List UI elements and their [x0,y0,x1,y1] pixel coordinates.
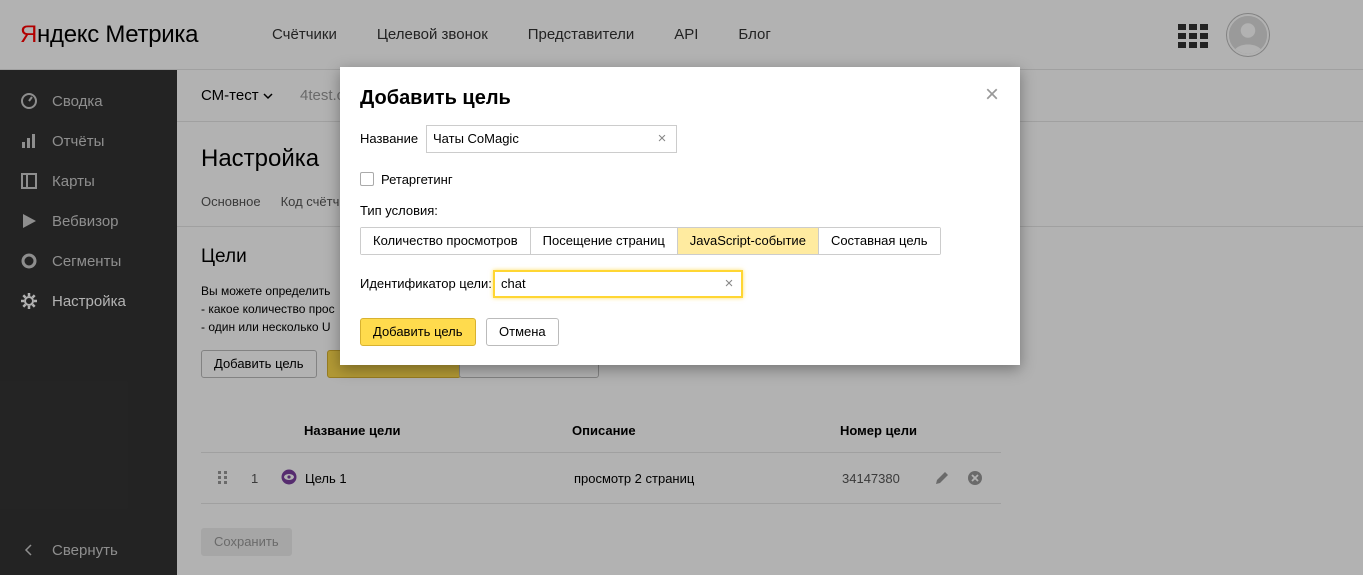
condition-page-visit[interactable]: Посещение страниц [530,228,678,254]
clear-name-icon[interactable]: × [655,131,669,146]
condition-pageviews[interactable]: Количество просмотров [361,228,531,254]
goal-id-label: Идентификатор цели: [360,276,492,291]
condition-javascript-event[interactable]: JavaScript-событие [677,228,819,254]
retargeting-checkbox[interactable] [360,172,374,186]
goal-id-input[interactable]: chat [493,270,743,298]
add-goal-dialog: Добавить цель × Название Чаты CoMagic × … [340,67,1020,365]
condition-type-selector: Количество просмотров Посещение страниц … [360,227,941,255]
clear-goal-id-icon[interactable]: × [722,276,736,291]
goal-name-input[interactable]: Чаты CoMagic [426,125,677,153]
retargeting-label[interactable]: Ретаргетинг [381,172,453,187]
name-label: Название [360,131,419,146]
condition-type-label: Тип условия: [360,203,438,218]
cancel-button[interactable]: Отмена [486,318,559,346]
condition-composite[interactable]: Составная цель [818,228,940,254]
close-icon[interactable]: × [982,83,1002,107]
dialog-title: Добавить цель [360,87,511,109]
submit-goal-button[interactable]: Добавить цель [360,318,476,346]
